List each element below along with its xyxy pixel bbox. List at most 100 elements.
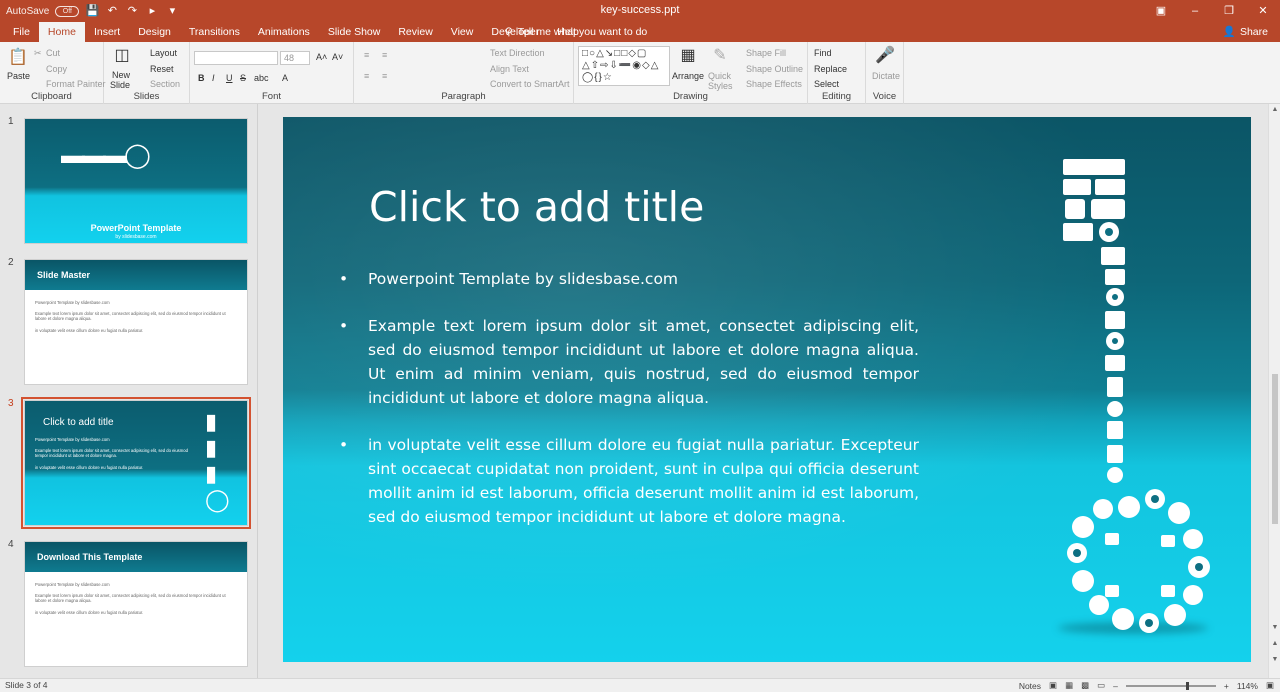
slide-number-2: 2 xyxy=(8,257,14,268)
tab-design[interactable]: Design xyxy=(129,22,180,42)
quick-styles-button[interactable]: Quick xyxy=(708,71,731,81)
slide-content-placeholder[interactable]: Powerpoint Template by slidesbase.com Ex… xyxy=(339,267,919,552)
find-button[interactable]: Find xyxy=(814,48,832,58)
copy-button[interactable]: Copy xyxy=(46,64,67,74)
font-color-icon[interactable]: A xyxy=(282,73,288,83)
align-left-icon[interactable]: ≡ xyxy=(364,71,369,81)
text-direction-button[interactable]: Text Direction xyxy=(490,48,545,58)
slide-thumbnail-3[interactable]: Click to add title Powerpoint Template b… xyxy=(21,397,251,529)
tab-transitions[interactable]: Transitions xyxy=(180,22,249,42)
bold-button[interactable]: B xyxy=(198,73,205,83)
autosave-toggle[interactable]: Off xyxy=(55,5,80,17)
shapes-gallery[interactable]: □○△↘□□◇▢ △⇧⇨⇩➖◉◇△ ◯{}☆ xyxy=(578,46,670,86)
redo-icon[interactable]: ↷ xyxy=(125,4,139,18)
share-button[interactable]: 👤 Share xyxy=(1223,22,1268,42)
tab-view[interactable]: View xyxy=(442,22,483,42)
slide-position: Slide 3 of 4 xyxy=(5,680,48,690)
select-button[interactable]: Select xyxy=(814,79,839,89)
shape-effects-button[interactable]: Shape Effects xyxy=(746,79,802,89)
save-icon[interactable]: 💾 xyxy=(85,4,100,18)
start-from-beginning-icon[interactable]: ▸ xyxy=(145,4,159,18)
zoom-slider[interactable] xyxy=(1125,681,1216,690)
slide-thumbnail-1[interactable]: ▬▬▬◯ PowerPoint Template by slidesbase.c… xyxy=(24,118,248,244)
paste-button[interactable]: Paste xyxy=(7,71,30,81)
tab-review[interactable]: Review xyxy=(389,22,441,42)
scroll-down-icon[interactable]: ▼ xyxy=(1269,624,1280,631)
slide-sorter-icon[interactable]: ▦ xyxy=(1065,680,1073,691)
restore-icon[interactable]: ❐ xyxy=(1212,0,1246,22)
slide-number-3: 3 xyxy=(8,398,14,409)
tab-insert[interactable]: Insert xyxy=(85,22,129,42)
thumbnail-line: in voluptate velit esse cillum dolore eu… xyxy=(35,327,144,333)
shape-outline-button[interactable]: Shape Outline xyxy=(746,64,803,74)
reading-view-icon[interactable]: ▩ xyxy=(1081,680,1089,691)
slide-title-placeholder[interactable]: Click to add title xyxy=(369,183,704,231)
close-icon[interactable]: ✕ xyxy=(1246,0,1280,22)
scissors-icon: ✂ xyxy=(34,48,42,58)
decrease-font-icon[interactable]: A˅ xyxy=(332,52,343,62)
editor-scrollbar[interactable]: ▲ ▼ ▲ ▼ xyxy=(1268,104,1280,678)
new-slide-button[interactable]: New xyxy=(112,70,130,80)
arrange-icon[interactable]: ▦ xyxy=(678,46,698,66)
section-button[interactable]: Section xyxy=(150,79,180,89)
window-controls: ▣ – ❐ ✕ xyxy=(1144,0,1280,22)
strikethrough-button[interactable]: S xyxy=(240,73,246,83)
reset-button[interactable]: Reset xyxy=(150,64,174,74)
key-graphic-icon: ▬▬▬◯ xyxy=(61,142,151,169)
ribbon-display-options-icon[interactable]: ▣ xyxy=(1144,0,1178,22)
underline-button[interactable]: U xyxy=(226,73,233,83)
minimize-icon[interactable]: – xyxy=(1178,0,1212,22)
next-slide-icon[interactable]: ▼ xyxy=(1269,656,1280,663)
slide-show-icon[interactable]: ▭ xyxy=(1097,680,1105,691)
smartart-button[interactable]: Convert to SmartArt xyxy=(490,79,570,89)
tell-me-text: Tell me what you want to do xyxy=(517,26,648,38)
italic-button[interactable]: I xyxy=(212,73,215,83)
shadow-button[interactable]: abc xyxy=(254,73,269,83)
tab-animations[interactable]: Animations xyxy=(249,22,319,42)
tell-me-box[interactable]: ⚲ Tell me what you want to do xyxy=(505,22,647,42)
font-name-combo[interactable] xyxy=(194,51,278,65)
scroll-thumb[interactable] xyxy=(1272,374,1278,524)
shape-fill-button[interactable]: Shape Fill xyxy=(746,48,786,58)
slide-thumbnail-2[interactable]: Slide Master Powerpoint Template by slid… xyxy=(24,259,248,385)
tab-home[interactable]: Home xyxy=(38,22,85,42)
numbering-icon[interactable]: ≡ xyxy=(382,50,387,60)
increase-font-icon[interactable]: A˄ xyxy=(316,52,327,62)
dictate-button[interactable]: Dictate xyxy=(872,71,900,81)
arrange-button[interactable]: Arrange xyxy=(672,71,704,81)
slide-thumbnail-pane: 1 ▬▬▬◯ PowerPoint Template by slidesbase… xyxy=(0,104,258,678)
zoom-out-icon[interactable]: – xyxy=(1113,681,1118,691)
align-text-button[interactable]: Align Text xyxy=(490,64,529,74)
replace-button[interactable]: Replace xyxy=(814,64,847,74)
previous-slide-icon[interactable]: ▲ xyxy=(1269,640,1280,647)
microphone-icon[interactable]: 🎤 xyxy=(875,46,895,66)
zoom-slider-handle[interactable] xyxy=(1185,681,1189,690)
cut-button[interactable]: Cut xyxy=(46,48,60,58)
customize-toolbar-icon[interactable]: ▾ xyxy=(165,4,179,18)
drawing-label: Drawing xyxy=(673,91,708,102)
scroll-up-icon[interactable]: ▲ xyxy=(1269,106,1280,113)
undo-icon[interactable]: ↶ xyxy=(105,4,119,18)
new-slide-icon[interactable]: ◫ xyxy=(112,46,132,66)
slide-thumbnail-4[interactable]: Download This Template Powerpoint Templa… xyxy=(24,541,248,667)
font-size-combo[interactable]: 48 xyxy=(280,51,310,65)
new-slide-button-2[interactable]: Slide xyxy=(110,80,130,90)
tab-slide-show[interactable]: Slide Show xyxy=(319,22,390,42)
zoom-in-icon[interactable]: + xyxy=(1224,681,1229,691)
layout-button[interactable]: Layout xyxy=(150,48,177,58)
quick-styles-icon[interactable]: ✎ xyxy=(710,46,730,66)
normal-view-icon[interactable]: ▣ xyxy=(1049,680,1057,691)
paste-icon[interactable]: 📋 xyxy=(8,48,28,68)
quick-styles-button-2[interactable]: Styles xyxy=(708,81,733,91)
zoom-level[interactable]: 114% xyxy=(1237,681,1258,691)
align-center-icon[interactable]: ≡ xyxy=(382,71,387,81)
editing-label: Editing xyxy=(821,91,852,102)
tab-file[interactable]: File xyxy=(4,22,39,42)
format-painter-button[interactable]: Format Painter xyxy=(46,79,106,89)
key-graphic-icon: ▮ ▮ ▮ ◯ xyxy=(205,409,230,512)
bullets-icon[interactable]: ≡ xyxy=(364,50,369,60)
notes-button[interactable]: Notes xyxy=(1019,681,1041,691)
thumbnail-line: Powerpoint Template by slidesbase.com xyxy=(35,582,110,587)
fit-to-window-icon[interactable]: ▣ xyxy=(1266,680,1274,691)
current-slide[interactable]: Click to add title Powerpoint Template b… xyxy=(283,117,1251,662)
